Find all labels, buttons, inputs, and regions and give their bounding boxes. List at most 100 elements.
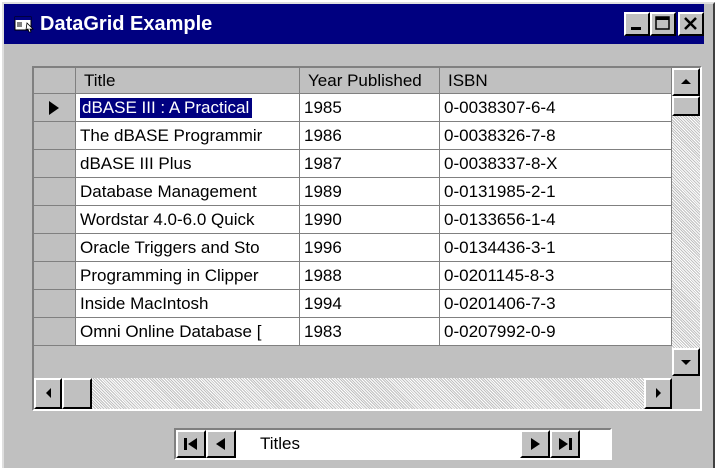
cell-title[interactable]: dBASE III : A Practical [76,94,300,122]
cell-title[interactable]: Inside MacIntosh [76,290,300,318]
cell-text: 0-0131985-2-1 [444,182,556,201]
row-selector[interactable] [34,122,76,150]
cell-isbn[interactable]: 0-0131985-2-1 [440,178,672,206]
cell-text: 0-0201406-7-3 [444,294,556,313]
cell-text: dBASE III Plus [80,154,192,173]
scroll-up-button[interactable] [672,68,700,96]
data-grid[interactable]: Title Year Published ISBN dBASE III : A … [32,66,702,411]
cell-isbn[interactable]: 0-0207992-0-9 [440,318,672,346]
cell-text: 1985 [304,98,342,117]
cell-isbn[interactable]: 0-0201406-7-3 [440,290,672,318]
scroll-down-button[interactable] [672,348,700,376]
cell-isbn[interactable]: 0-0038337-8-X [440,150,672,178]
cell-text: Oracle Triggers and Sto [80,238,260,257]
column-header-isbn[interactable]: ISBN [440,68,672,94]
row-selector[interactable] [34,178,76,206]
cell-year-published[interactable]: 1990 [300,206,440,234]
cell-isbn[interactable]: 0-0134436-3-1 [440,234,672,262]
cell-text: 0-0038337-8-X [444,154,558,173]
current-row-pointer-icon [49,101,59,115]
column-header-year-published[interactable]: Year Published [300,68,440,94]
data-control-caption: Titles [260,434,300,453]
cell-text: 1994 [304,294,342,313]
data-control[interactable]: Titles [174,428,612,460]
move-last-button[interactable] [550,430,580,458]
move-next-button[interactable] [520,430,550,458]
cell-isbn[interactable]: 0-0133656-1-4 [440,206,672,234]
row-selector[interactable] [34,206,76,234]
cell-title[interactable]: The dBASE Programmir [76,122,300,150]
cell-year-published[interactable]: 1996 [300,234,440,262]
row-selector[interactable] [34,290,76,318]
arrow-left-icon [46,388,51,398]
arrow-up-icon [681,79,691,84]
cell-text: 0-0134436-3-1 [444,238,556,257]
move-first-icon [184,438,197,450]
move-first-button[interactable] [176,430,206,458]
cell-text: 0-0201145-8-3 [444,266,555,285]
cell-title[interactable]: Oracle Triggers and Sto [76,234,300,262]
cell-isbn[interactable]: 0-0038307-6-4 [440,94,672,122]
move-next-icon [531,438,540,450]
row-selector[interactable] [34,234,76,262]
cell-year-published[interactable]: 1986 [300,122,440,150]
cell-title[interactable]: dBASE III Plus [76,150,300,178]
cell-title[interactable]: Programming in Clipper [76,262,300,290]
cell-text: Omni Online Database [ [80,322,262,341]
scroll-left-button[interactable] [34,378,62,409]
cell-text: 0-0038326-7-8 [444,126,556,145]
cell-year-published[interactable]: 1988 [300,262,440,290]
cell-text: 1988 [304,266,342,285]
cell-title[interactable]: Database Management [76,178,300,206]
grid-corner-header [34,68,76,94]
column-header-title[interactable]: Title [76,68,300,94]
cell-isbn[interactable]: 0-0201145-8-3 [440,262,672,290]
row-selector[interactable] [34,318,76,346]
vertical-scroll-thumb[interactable] [672,96,700,116]
maximize-icon [655,16,670,30]
cell-year-published[interactable]: 1989 [300,178,440,206]
cell-text: 0-0038307-6-4 [444,98,556,117]
cell-text: 0-0133656-1-4 [444,210,556,229]
arrow-down-icon [681,360,691,365]
move-previous-icon [216,438,225,450]
row-selector[interactable] [34,94,76,122]
cell-isbn[interactable]: 0-0038326-7-8 [440,122,672,150]
cell-text: 1990 [304,210,342,229]
scroll-right-button[interactable] [644,378,672,409]
close-icon [684,17,697,30]
scrollbar-corner [672,378,700,409]
cell-text: 1996 [304,238,342,257]
cell-text: 1987 [304,154,342,173]
move-last-icon [559,438,572,450]
cell-text: 0-0207992-0-9 [444,322,556,341]
cell-year-published[interactable]: 1983 [300,318,440,346]
cell-text: Programming in Clipper [80,266,259,285]
minimize-button[interactable] [624,12,650,36]
cell-year-published[interactable]: 1985 [300,94,440,122]
app-window-icon [14,16,34,33]
horizontal-scroll-thumb[interactable] [62,378,92,409]
close-button[interactable] [678,12,704,36]
cell-text: Inside MacIntosh [80,294,209,313]
cell-year-published[interactable]: 1994 [300,290,440,318]
horizontal-scrollbar[interactable] [34,378,672,409]
cell-title[interactable]: Omni Online Database [ [76,318,300,346]
title-bar[interactable]: DataGrid Example [4,4,704,44]
row-selector[interactable] [34,150,76,178]
cell-text: 1989 [304,182,342,201]
cell-title[interactable]: Wordstar 4.0-6.0 Quick [76,206,300,234]
vertical-scrollbar[interactable] [672,68,700,376]
window-title: DataGrid Example [40,13,213,35]
cell-text: Database Management [80,182,257,201]
cell-text: Wordstar 4.0-6.0 Quick [80,210,255,229]
cell-year-published[interactable]: 1987 [300,150,440,178]
maximize-button[interactable] [650,12,676,36]
cell-text: The dBASE Programmir [80,126,263,145]
cell-text: dBASE III : A Practical [80,98,253,118]
arrow-right-icon [656,388,661,398]
cell-text: 1986 [304,126,342,145]
row-selector[interactable] [34,262,76,290]
minimize-icon [631,27,641,30]
move-previous-button[interactable] [206,430,236,458]
